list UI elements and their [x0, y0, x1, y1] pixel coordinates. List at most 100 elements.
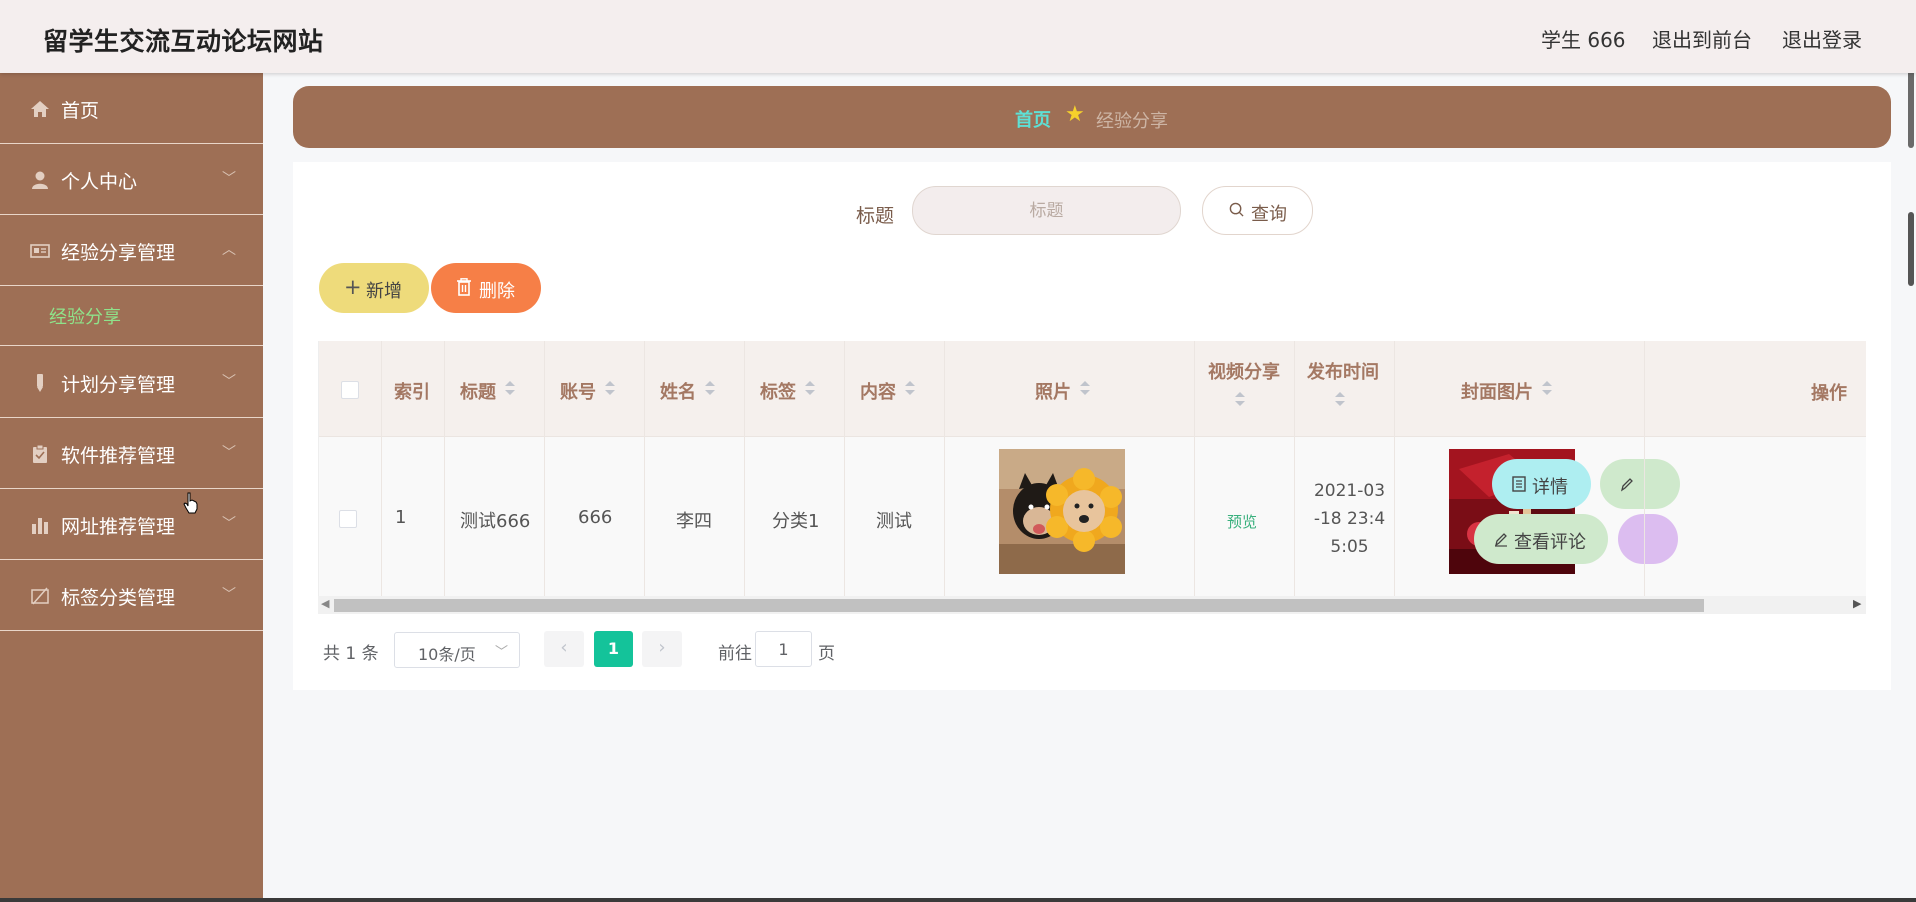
data-table: 索引 标题 账号 姓名 标签 内容 照片 视频分享 发布时间 封面图片 操作 1…	[318, 341, 1866, 606]
col-header-index: 索引	[394, 382, 430, 403]
sidebar-item-experience-share[interactable]: 经验分享管理 ︿	[0, 215, 263, 286]
column-divider	[444, 341, 445, 597]
delete-button-label: 删除	[479, 281, 515, 302]
sidebar-subitem-experience[interactable]: 经验分享	[0, 286, 263, 346]
select-all-checkbox[interactable]	[341, 381, 359, 399]
next-page-button[interactable]: ›	[642, 631, 682, 667]
column-divider	[844, 341, 845, 597]
scrollbar-thumb[interactable]	[334, 599, 1704, 612]
add-button[interactable]: + 新增	[319, 263, 429, 313]
search-button[interactable]: 查询	[1202, 186, 1313, 235]
prev-page-button[interactable]: ‹	[544, 631, 584, 667]
search-button-label: 查询	[1251, 204, 1287, 225]
site-title: 留学生交流互动论坛网站	[43, 27, 324, 56]
tag-icon	[31, 587, 49, 605]
sidebar-item-website-recommend[interactable]: 网址推荐管理 ﹀	[0, 489, 263, 560]
chevron-down-icon: ﹀	[222, 587, 236, 603]
chevron-down-icon: ﹀	[222, 374, 236, 390]
column-divider	[381, 341, 382, 597]
goto-label: 前往	[718, 644, 752, 664]
col-header-account[interactable]: 账号	[560, 378, 596, 404]
cell-publish-time: 2021-03 -18 23:4 5:05	[1307, 477, 1392, 561]
col-header-publish-time[interactable]: 发布时间	[1307, 358, 1379, 384]
mouse-cursor-icon	[183, 492, 198, 514]
column-divider	[1644, 341, 1645, 597]
table-row: 1 测试666 666 李四 分类1 测试 预览 2021-03 -18 23:…	[319, 437, 1866, 597]
col-header-cover[interactable]: 封面图片	[1461, 378, 1533, 404]
cell-title: 测试666	[460, 511, 531, 532]
col-header-name[interactable]: 姓名	[660, 378, 696, 404]
sort-icon[interactable]	[1234, 391, 1246, 407]
video-preview-link[interactable]: 预览	[1227, 511, 1257, 532]
sort-icon[interactable]	[804, 380, 816, 396]
sort-icon[interactable]	[1079, 380, 1091, 396]
col-header-video[interactable]: 视频分享	[1208, 358, 1280, 384]
edit-button[interactable]	[1600, 459, 1680, 509]
view-comments-button[interactable]: 查看评论	[1474, 514, 1608, 564]
sidebar-item-software-recommend[interactable]: 软件推荐管理 ﹀	[0, 418, 263, 489]
sidebar-item-label: 经验分享管理	[61, 242, 176, 264]
page-size-select[interactable]: 10条/页 ﹀	[394, 632, 520, 668]
publish-time-line: 2021-03	[1313, 481, 1386, 501]
sort-icon[interactable]	[1541, 380, 1553, 396]
goto-page-input[interactable]	[755, 631, 812, 667]
detail-button[interactable]: 详情	[1492, 459, 1591, 509]
edit-icon	[1620, 478, 1633, 492]
taskbar-edge	[0, 898, 1916, 902]
user-icon	[32, 171, 48, 189]
window-scrollbar[interactable]	[1908, 64, 1914, 148]
cell-content: 测试	[876, 511, 912, 532]
page-number-current[interactable]: 1	[594, 631, 633, 667]
column-divider	[944, 341, 945, 597]
scroll-left-icon[interactable]: ◀	[321, 597, 329, 610]
col-header-content[interactable]: 内容	[860, 378, 896, 404]
sort-icon[interactable]	[1334, 391, 1346, 407]
sort-icon[interactable]	[504, 380, 516, 396]
back-to-front-link[interactable]: 退出到前台	[1652, 24, 1752, 53]
add-button-label: 新增	[366, 281, 402, 302]
column-divider	[1194, 341, 1195, 597]
window-scrollbar-thumb[interactable]	[1908, 212, 1914, 286]
sort-icon[interactable]	[904, 380, 916, 396]
more-action-button[interactable]	[1618, 514, 1678, 564]
breadcrumb-current: 经验分享	[1096, 111, 1168, 132]
chevron-down-icon: ﹀	[495, 645, 509, 660]
logout-link[interactable]: 退出登录	[1782, 24, 1862, 53]
column-divider	[1394, 341, 1395, 597]
horizontal-scrollbar[interactable]: ◀ ▶	[318, 596, 1866, 614]
detail-button-label: 详情	[1532, 477, 1568, 498]
search-icon	[1229, 202, 1244, 217]
cell-account: 666	[578, 507, 613, 528]
page-size-value: 10条/页	[418, 645, 476, 664]
bar-chart-icon	[32, 518, 48, 534]
clipboard-icon	[33, 444, 47, 463]
total-count: 共 1 条	[323, 644, 379, 664]
sidebar-item-personal-center[interactable]: 个人中心 ﹀	[0, 144, 263, 215]
cell-tag: 分类1	[772, 511, 820, 532]
sort-icon[interactable]	[704, 380, 716, 396]
sidebar-item-home[interactable]: 首页	[0, 73, 263, 144]
delete-button[interactable]: 删除	[431, 263, 541, 313]
breadcrumb-home[interactable]: 首页	[1015, 106, 1051, 132]
sidebar-item-tag-category[interactable]: 标签分类管理 ﹀	[0, 560, 263, 631]
row-checkbox[interactable]	[339, 510, 357, 528]
document-icon	[1512, 476, 1526, 492]
col-header-photo[interactable]: 照片	[1035, 378, 1071, 404]
search-label: 标题	[856, 205, 895, 227]
column-divider	[744, 341, 745, 597]
breadcrumb: 首页 ★ 经验分享	[293, 86, 1891, 148]
column-divider	[544, 341, 545, 597]
plus-icon: +	[344, 275, 362, 299]
sort-icon[interactable]	[604, 380, 616, 396]
pen-icon	[37, 374, 43, 392]
col-header-title[interactable]: 标题	[460, 378, 496, 404]
chevron-down-icon: ﹀	[222, 516, 236, 532]
scroll-right-icon[interactable]: ▶	[1853, 597, 1861, 610]
chevron-down-icon: ﹀	[222, 445, 236, 461]
main-panel: 标题 查询 + 新增 删除 索引 标题 账号 姓名 标签 内容 照片 视频分享	[293, 162, 1891, 690]
sidebar-item-plan-share[interactable]: 计划分享管理 ﹀	[0, 347, 263, 418]
search-input[interactable]	[912, 186, 1181, 235]
chevron-up-icon: ︿	[222, 242, 236, 258]
col-header-tag[interactable]: 标签	[760, 378, 796, 404]
photo-thumbnail[interactable]	[999, 449, 1125, 574]
